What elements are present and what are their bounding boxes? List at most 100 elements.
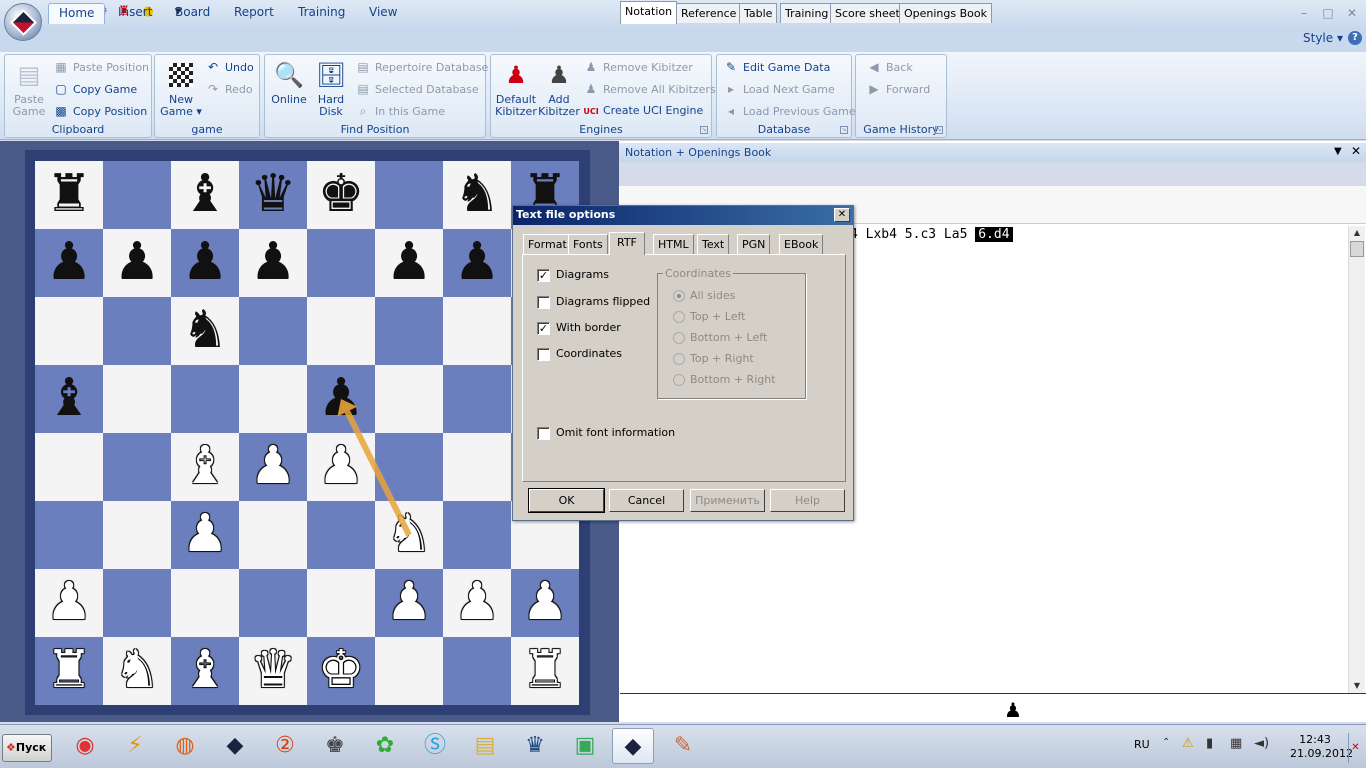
black-pawn-icon[interactable]: ♟ — [103, 229, 171, 297]
black-pawn-icon[interactable]: ♟ — [35, 229, 103, 297]
square-e6[interactable] — [307, 297, 375, 365]
square-g4[interactable] — [443, 433, 511, 501]
square-d6[interactable] — [239, 297, 307, 365]
tab-home[interactable]: Home — [48, 3, 106, 24]
white-rook-icon[interactable]: ♜ — [35, 637, 103, 705]
square-f4[interactable] — [375, 433, 443, 501]
clock[interactable]: 12:43 21.09.2012 — [1290, 733, 1353, 761]
remove-kibitzer-button[interactable]: ♟ Remove Kibitzer — [583, 57, 693, 77]
black-pawn-icon[interactable]: ♟ — [171, 229, 239, 297]
coordinates-check-box[interactable] — [537, 347, 550, 361]
tray-expand-icon[interactable]: ⌃ — [1162, 737, 1170, 748]
square-d2[interactable] — [239, 569, 307, 637]
square-c5[interactable] — [171, 365, 239, 433]
white-knight-icon[interactable]: ♞ — [375, 501, 443, 569]
undo-button[interactable]: ↶ Undo — [205, 57, 254, 77]
black-queen-icon[interactable]: ♛ — [239, 161, 307, 229]
show-desktop-icon[interactable]: ✕ — [1348, 733, 1362, 763]
tab-training[interactable]: Training — [288, 3, 355, 24]
load-next-game-button[interactable]: ▸ Load Next Game — [723, 79, 835, 99]
radio-bottom-right[interactable]: Bottom + Right — [673, 373, 776, 389]
square-e7[interactable] — [307, 229, 375, 297]
with-border-check-box[interactable]: ✓ — [537, 321, 550, 335]
white-pawn-icon[interactable]: ♟ — [307, 433, 375, 501]
cancel-button[interactable]: Cancel — [609, 489, 684, 512]
with-border-checkbox[interactable]: ✓ With border — [537, 321, 621, 337]
scroll-down-icon[interactable]: ▼ — [1349, 679, 1365, 693]
tab-insert[interactable]: Insert — [108, 3, 162, 24]
square-b2[interactable] — [103, 569, 171, 637]
chessbase-icon[interactable]: ♛ — [514, 728, 556, 764]
dialog-title-bar[interactable]: Text file options — [513, 206, 853, 225]
radio-bottom-left[interactable]: Bottom + Left — [673, 331, 767, 347]
black-pawn-icon[interactable]: ♟ — [307, 365, 375, 433]
tab-table[interactable]: Table — [739, 3, 778, 23]
paste-position-button[interactable]: ▦ Paste Position — [53, 57, 149, 77]
square-g5[interactable] — [443, 365, 511, 433]
paste-game-button[interactable]: ▤ Paste Game — [9, 59, 49, 118]
scroll-thumb[interactable] — [1350, 241, 1364, 257]
chess-icon[interactable]: ♚ — [314, 728, 356, 764]
square-f8[interactable] — [375, 161, 443, 229]
black-king-icon[interactable]: ♚ — [307, 161, 375, 229]
square-f5[interactable] — [375, 365, 443, 433]
panel-menu-icon[interactable]: ▼ — [1334, 146, 1342, 157]
square-d5[interactable] — [239, 365, 307, 433]
hard-disk-button[interactable]: 🗄 Hard Disk — [311, 59, 351, 118]
volume-icon[interactable]: ◄) — [1254, 736, 1269, 751]
square-b6[interactable] — [103, 297, 171, 365]
tab-text[interactable]: Text — [697, 234, 730, 254]
fritz-active-icon[interactable]: ◆ — [612, 728, 654, 764]
online-button[interactable]: 🔍 Online — [269, 59, 309, 106]
engines-launcher-icon[interactable]: ↘ — [700, 126, 708, 134]
ok-button[interactable]: OK — [528, 488, 605, 513]
create-uci-engine-button[interactable]: UCI Create UCI Engine — [583, 101, 703, 121]
black-knight-icon[interactable]: ♞ — [443, 161, 511, 229]
firefox-icon[interactable]: ◍ — [164, 728, 206, 764]
default-kibitzer-button[interactable]: ♟ Default Kibitzer — [494, 59, 538, 118]
square-d3[interactable] — [239, 501, 307, 569]
square-b3[interactable] — [103, 501, 171, 569]
diagrams-checkbox[interactable]: ✓ Diagrams — [537, 268, 609, 284]
skype-icon[interactable]: Ⓢ — [414, 728, 456, 764]
white-pawn-icon[interactable]: ♟ — [511, 569, 579, 637]
black-bishop-icon[interactable]: ♝ — [35, 365, 103, 433]
database-launcher-icon[interactable]: ↘ — [840, 126, 848, 134]
white-pawn-icon[interactable]: ♟ — [375, 569, 443, 637]
add-kibitzer-button[interactable]: ♟ Add Kibitzer — [537, 59, 581, 118]
tab-report[interactable]: Report — [224, 3, 284, 24]
style-menu[interactable]: Style ▾ — [1303, 31, 1343, 45]
new-game-button[interactable]: New Game ▾ — [159, 59, 203, 118]
panel-close-icon[interactable]: ✕ — [1351, 144, 1361, 158]
coordinates-checkbox[interactable]: Coordinates — [537, 347, 622, 363]
copy-game-button[interactable]: ▢ Copy Game — [53, 79, 137, 99]
current-move[interactable]: 6.d4 — [975, 227, 1013, 242]
radio-bottom-right-dot[interactable] — [673, 374, 685, 386]
white-pawn-icon[interactable]: ♟ — [171, 501, 239, 569]
black-pawn-icon[interactable]: ♟ — [443, 229, 511, 297]
maximize-icon[interactable]: □ — [1318, 4, 1338, 22]
square-g3[interactable] — [443, 501, 511, 569]
moves-text[interactable]: 4 Lxb4 5.c3 La5 — [850, 227, 975, 242]
help-icon[interactable]: ? — [1348, 31, 1362, 45]
tab-notation-training[interactable]: Training — [780, 3, 834, 23]
tab-view[interactable]: View — [359, 3, 407, 24]
application-menu-button[interactable] — [4, 3, 42, 41]
language-indicator[interactable]: RU — [1134, 738, 1150, 751]
explorer-icon[interactable]: ▤ — [464, 728, 506, 764]
white-pawn-icon[interactable]: ♟ — [239, 433, 307, 501]
chrome-icon[interactable]: ◉ — [64, 728, 106, 764]
square-c2[interactable] — [171, 569, 239, 637]
tab-notation[interactable]: Notation — [620, 1, 678, 24]
square-b5[interactable] — [103, 365, 171, 433]
remove-all-kibitzers-button[interactable]: ♟ Remove All Kibitzers — [583, 79, 716, 99]
white-bishop-icon[interactable]: ♝ — [171, 433, 239, 501]
omit-font-checkbox[interactable]: Omit font information — [537, 426, 675, 442]
white-rook-icon[interactable]: ♜ — [511, 637, 579, 705]
square-b8[interactable] — [103, 161, 171, 229]
app-icon[interactable]: ② — [264, 728, 306, 764]
fritz-icon[interactable]: ◆ — [214, 728, 256, 764]
radio-top-right[interactable]: Top + Right — [673, 352, 754, 368]
square-e3[interactable] — [307, 501, 375, 569]
load-previous-game-button[interactable]: ◂ Load Previous Game — [723, 101, 856, 121]
